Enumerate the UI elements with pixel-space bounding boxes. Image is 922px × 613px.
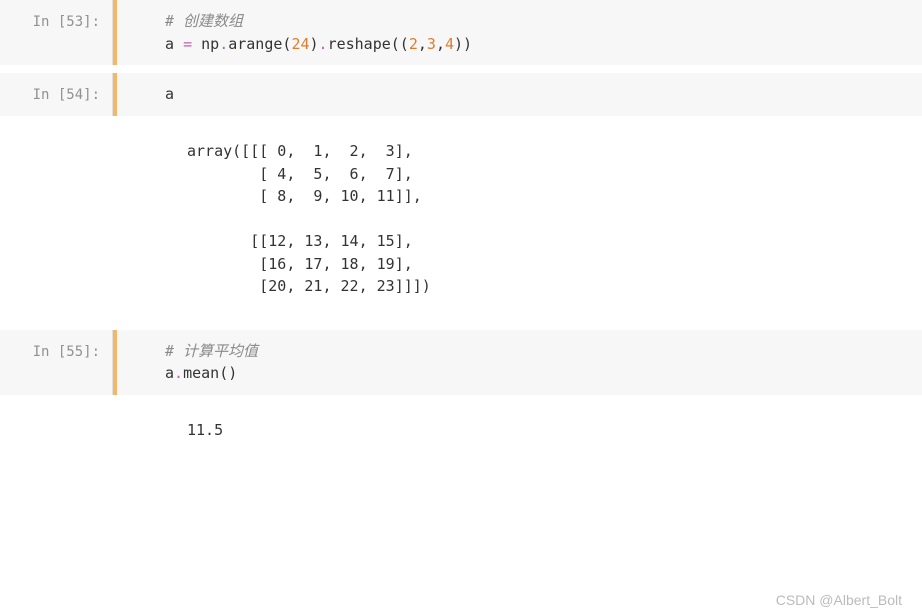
code-input[interactable]: # 创建数组 a = np.arange(24).reshape((2,3,4)… [117,0,922,65]
prompt-area: In [53]: [0,0,112,65]
input-prompt: In [55]: [33,344,100,360]
output-prompt-area [0,116,112,322]
input-prompt: In [54]: [33,87,100,103]
output-prompt-area [0,395,112,466]
prompt-area: In [55]: [0,330,112,395]
output-cell-54: array([[[ 0, 1, 2, 3], [ 4, 5, 6, 7], [ … [0,116,922,322]
prompt-area: In [54]: [0,73,112,116]
code-cell-53: In [53]: # 创建数组 a = np.arange(24).reshap… [0,0,922,65]
code-comment: # 计算平均值 [165,342,258,360]
code-cell-55: In [55]: # 计算平均值 a.mean() [0,330,922,395]
output-text: array([[[ 0, 1, 2, 3], [ 4, 5, 6, 7], [ … [117,116,922,322]
output-text: 11.5 [117,395,922,466]
code-input[interactable]: a [117,73,922,116]
cell-gap [0,322,922,330]
watermark: CSDN @Albert_Bolt [776,590,902,611]
code-input[interactable]: # 计算平均值 a.mean() [117,330,922,395]
output-cell-55: 11.5 [0,395,922,466]
cell-gap [0,65,922,73]
code-cell-54: In [54]: a [0,73,922,116]
input-prompt: In [53]: [33,14,100,30]
code-comment: # 创建数组 [165,12,243,30]
